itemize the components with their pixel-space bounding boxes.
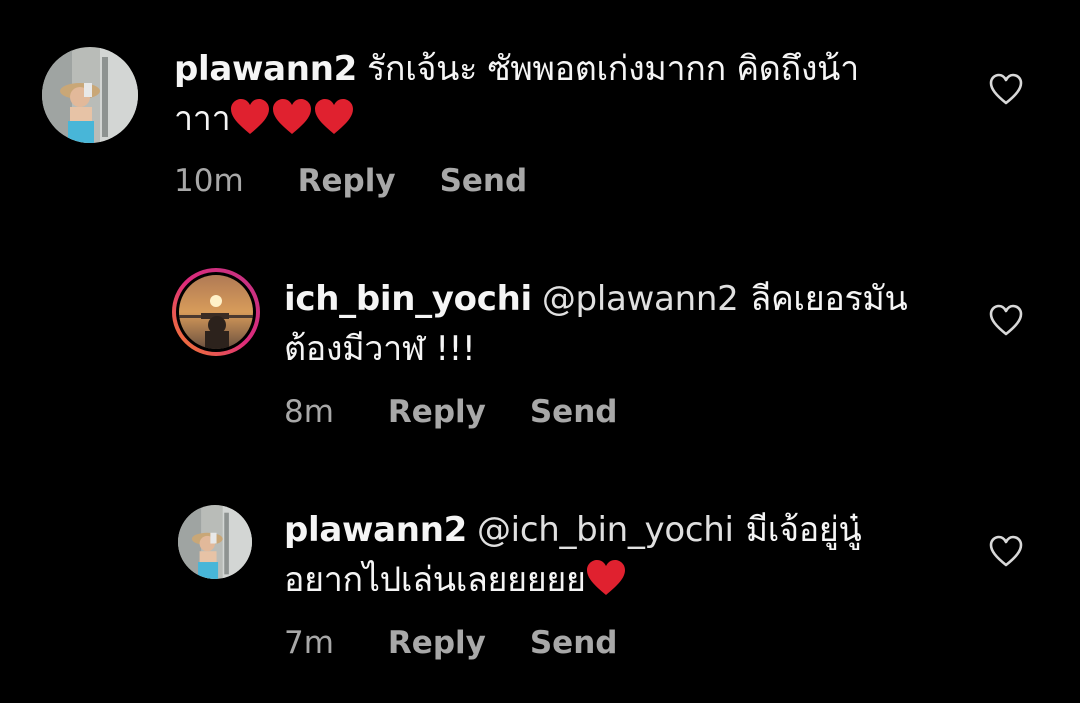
send-button[interactable]: Send xyxy=(530,625,618,661)
red-heart-emoji xyxy=(273,99,312,134)
comment-username[interactable]: plawann2 xyxy=(284,510,467,550)
red-heart-emoji xyxy=(231,99,270,134)
comment-username[interactable]: plawann2 xyxy=(174,49,357,89)
comment-body-line2: อยากไปเล่นเลยยยยย xyxy=(284,560,586,600)
comment-timestamp: 10m xyxy=(174,163,244,199)
like-heart-icon[interactable] xyxy=(988,72,1024,106)
comment-mention[interactable]: @ich_bin_yochi xyxy=(477,510,734,550)
comment-username[interactable]: ich_bin_yochi xyxy=(284,279,532,319)
red-heart-emoji-group xyxy=(230,99,356,139)
avatar-plawann2[interactable] xyxy=(42,47,138,143)
comment-timestamp: 8m xyxy=(284,394,334,430)
send-button[interactable]: Send xyxy=(440,163,528,199)
reply-button[interactable]: Reply xyxy=(388,625,486,661)
comment-meta: 10m Reply Send xyxy=(174,163,527,199)
comment-meta: 7m Reply Send xyxy=(284,625,617,661)
avatar-plawann2[interactable] xyxy=(178,505,252,579)
red-heart-emoji xyxy=(586,560,625,595)
like-heart-icon[interactable] xyxy=(988,534,1024,568)
reply-button[interactable]: Reply xyxy=(298,163,396,199)
comment-timestamp: 7m xyxy=(284,625,334,661)
comment-body-line2: าาา xyxy=(174,99,231,139)
avatar-inner xyxy=(176,272,256,352)
reply-button[interactable]: Reply xyxy=(388,394,486,430)
comment-body-line2: ต้องมีวาฬ !!! xyxy=(284,329,476,369)
avatar-ich-bin-yochi[interactable] xyxy=(172,268,260,356)
comment-mention[interactable]: @plawann2 xyxy=(542,279,739,319)
comment-text: ich_bin_yochi @plawann2 ลีคเยอรมัน ต้องมีว… xyxy=(284,274,964,374)
like-heart-icon[interactable] xyxy=(988,303,1024,337)
send-button[interactable]: Send xyxy=(530,394,618,430)
comment-body-line1: ลีคเยอรมัน xyxy=(750,279,908,319)
red-heart-emoji xyxy=(315,99,354,134)
comment-body-line1: รักเจ้นะ ซัพพอตเก่งมากก คิดถึงน้า xyxy=(366,49,859,89)
comment-body-line1: มีเจ้อยู่นู๋ xyxy=(745,510,862,550)
comment-text: plawann2 รักเจ้นะ ซัพพอตเก่งมากก คิดถึงน้… xyxy=(174,44,954,144)
comment-meta: 8m Reply Send xyxy=(284,394,617,430)
comment-text: plawann2 @ich_bin_yochi มีเจ้อยู่นู๋ อยากไ… xyxy=(284,505,964,605)
